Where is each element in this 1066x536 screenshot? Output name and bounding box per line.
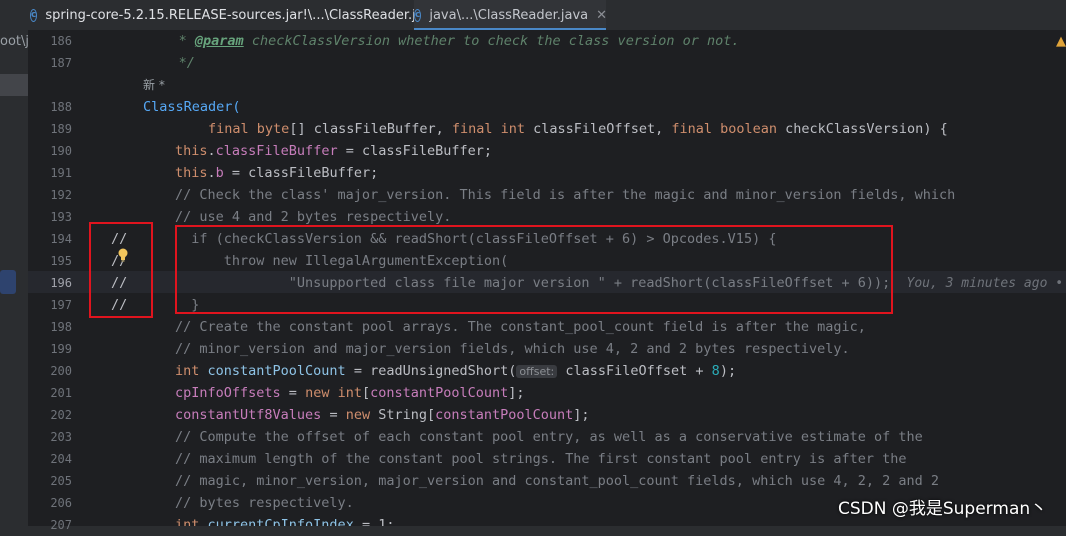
code-line-199: // minor_version and major_version field… <box>175 341 850 357</box>
code-line-188: ClassReader( <box>143 99 241 115</box>
code-line-187: */ <box>138 55 195 71</box>
code-line-201: cpInfoOffsets = new int[constantPoolCoun… <box>175 385 525 401</box>
close-icon[interactable]: ✕ <box>596 8 607 23</box>
line-number: 194 <box>50 232 72 246</box>
line-number: 186 <box>50 34 72 48</box>
line-number: 205 <box>50 474 72 488</box>
code-line-192: // Check the class' major_version. This … <box>175 187 956 203</box>
class-icon: c <box>30 8 38 22</box>
code-line-191: this.b = classFileBuffer; <box>175 165 379 181</box>
class-icon: c <box>414 8 422 22</box>
code-line-186: * @param checkClassVersion whether to ch… <box>138 33 740 49</box>
line-number: 192 <box>50 188 72 202</box>
csdn-watermark: CSDN @我是Superman丶 <box>838 499 1048 519</box>
author-inlay-hint[interactable]: 新 * <box>143 74 165 96</box>
line-number: 207 <box>50 518 72 532</box>
line-number: 200 <box>50 364 72 378</box>
line-number: 202 <box>50 408 72 422</box>
tab-label: java\...\ClassReader.java <box>429 7 589 23</box>
tab-label: spring-core-5.2.15.RELEASE-sources.jar!\… <box>45 7 440 23</box>
tab-classreader-java[interactable]: c java\...\ClassReader.java ✕ <box>414 0 607 30</box>
line-number: 199 <box>50 342 72 356</box>
code-line-205: // magic, minor_version, major_version a… <box>175 473 940 489</box>
line-number: 190 <box>50 144 72 158</box>
line-number: 198 <box>50 320 72 334</box>
code-line-189: final byte[] classFileBuffer, final int … <box>143 121 948 137</box>
code-line-202: constantUtf8Values = new String[constant… <box>175 407 590 423</box>
line-number: 188 <box>50 100 72 114</box>
line-number: 193 <box>50 210 72 224</box>
project-path-label: oot\j <box>0 34 29 49</box>
line-number-current: 196 <box>50 276 72 290</box>
editor-tab-bar: c spring-core-5.2.15.RELEASE-sources.jar… <box>0 0 1066 31</box>
code-highlight-box <box>175 225 893 314</box>
line-number: 201 <box>50 386 72 400</box>
line-number: 187 <box>50 56 72 70</box>
line-number: 203 <box>50 430 72 444</box>
parameter-hint: offset: <box>516 365 558 378</box>
project-selection-highlight <box>0 74 28 96</box>
line-number: 197 <box>50 298 72 312</box>
code-line-200: int constantPoolCount = readUnsignedShor… <box>175 363 737 379</box>
line-number: 195 <box>50 254 72 268</box>
line-number: 191 <box>50 166 72 180</box>
code-line-204: // maximum length of the constant pool s… <box>175 451 907 467</box>
line-number: 189 <box>50 122 72 136</box>
code-line-198: // Create the constant pool arrays. The … <box>175 319 866 335</box>
git-blame-annotation[interactable]: You, 3 minutes ago • <box>907 276 1064 291</box>
tab-classreader-jar[interactable]: c spring-core-5.2.15.RELEASE-sources.jar… <box>30 0 439 30</box>
project-panel-edge: oot\j <box>0 30 29 526</box>
line-number: 206 <box>50 496 72 510</box>
gutter-highlight-box <box>89 222 153 318</box>
line-number: 204 <box>50 452 72 466</box>
code-line-203: // Compute the offset of each constant p… <box>175 429 923 445</box>
code-line-190: this.classFileBuffer = classFileBuffer; <box>175 143 493 159</box>
project-tree-selection[interactable] <box>0 270 16 294</box>
